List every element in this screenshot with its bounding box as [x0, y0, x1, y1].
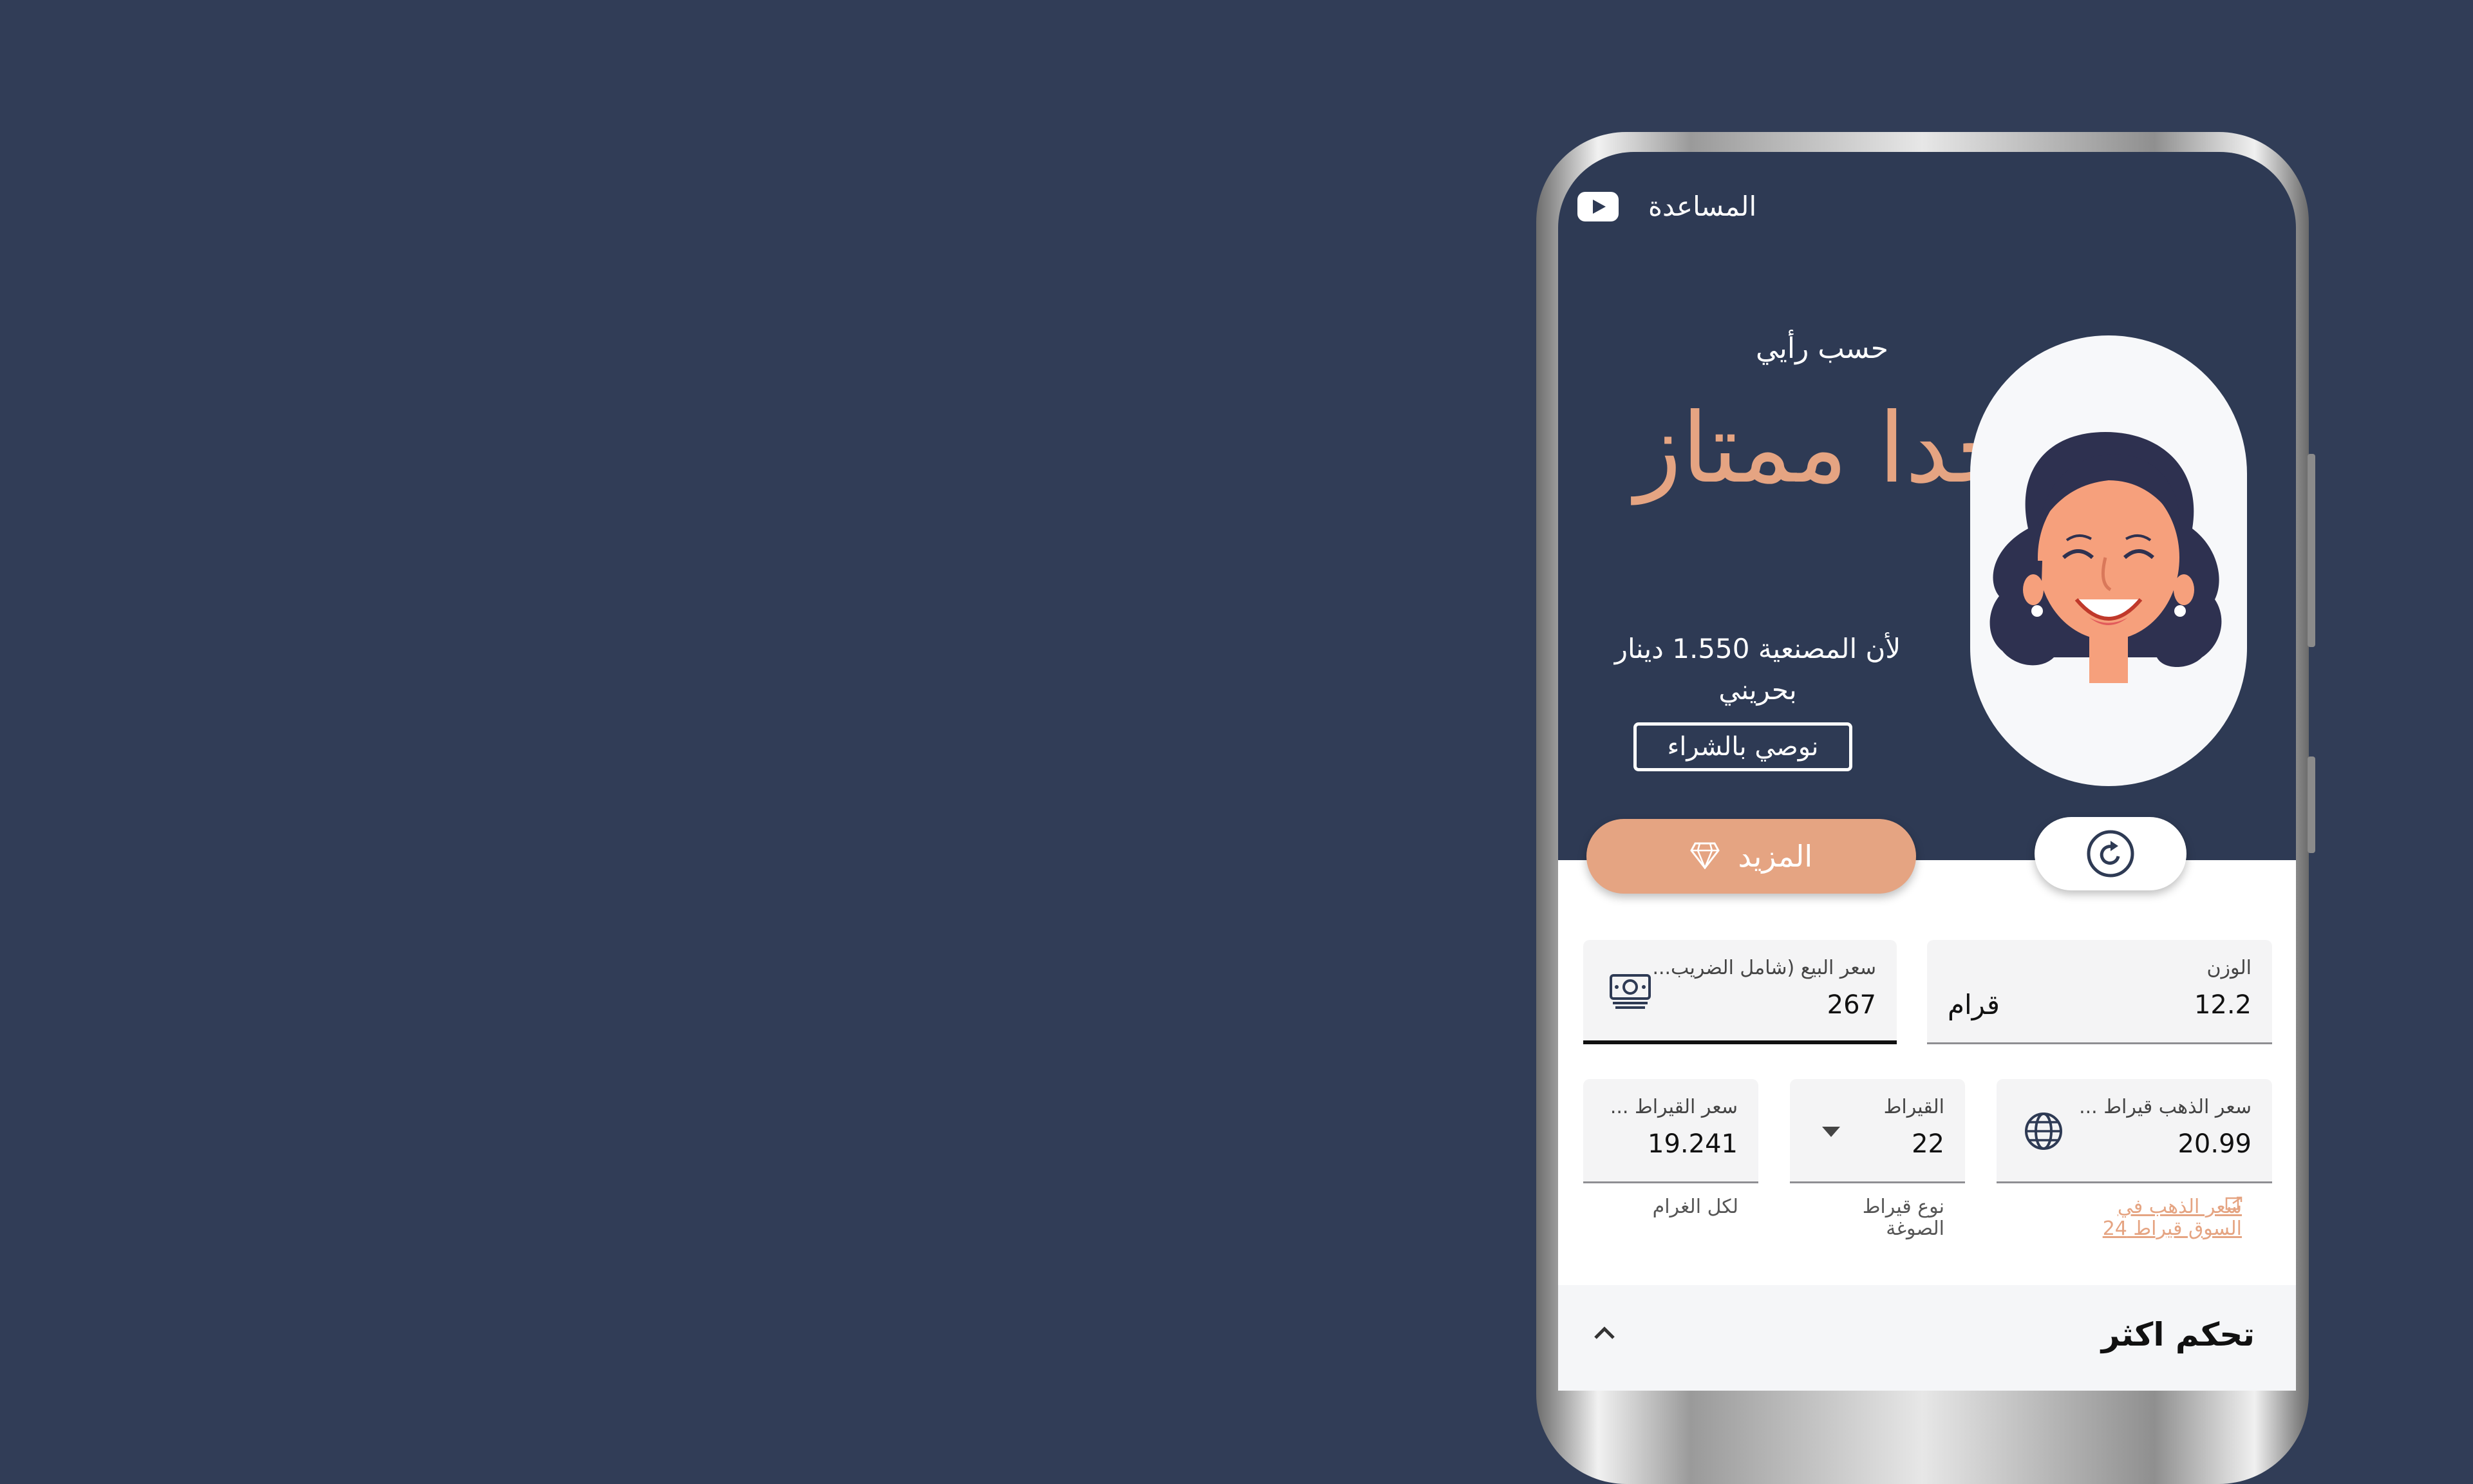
- video-help-icon[interactable]: [1577, 192, 1619, 221]
- phone-side-button: [2308, 756, 2315, 853]
- karat-helper: نوع قيراط الصوغة: [1862, 1196, 1944, 1240]
- diamond-icon: [1690, 822, 1720, 896]
- karat-value[interactable]: 22: [1912, 1129, 1944, 1159]
- phone-side-button: [2308, 454, 2315, 647]
- karat-label: القيراط: [1883, 1096, 1944, 1118]
- weight-value[interactable]: 12.2: [2194, 990, 2252, 1020]
- chevron-up-icon[interactable]: [1592, 1324, 1617, 1340]
- reason-text: لأن المصنعية 1.550 دينار بحريني: [1614, 633, 1901, 706]
- gold-price-field[interactable]: سعر الذهب قيراط ... 20.99: [1997, 1079, 2272, 1183]
- more-button[interactable]: المزيد: [1586, 819, 1916, 894]
- karat-price-value[interactable]: 19.241: [1648, 1129, 1738, 1159]
- weight-unit: قرام: [1948, 989, 2000, 1020]
- karat-dropdown[interactable]: القيراط 22: [1790, 1079, 1965, 1183]
- weight-label: الوزن: [2206, 957, 2252, 979]
- weight-field[interactable]: الوزن 12.2 قرام: [1927, 940, 2272, 1044]
- karat-price-field[interactable]: سعر القيراط ... 19.241: [1583, 1079, 1758, 1183]
- sale-price-label: سعر البيع (شامل الضريب...: [1652, 957, 1876, 979]
- karat-price-helper: لكل الغرام: [1652, 1196, 1738, 1218]
- gold-price-value[interactable]: 20.99: [2177, 1129, 2252, 1159]
- sale-price-value[interactable]: 267: [1827, 990, 1876, 1020]
- refresh-icon: [2087, 830, 2134, 878]
- dropdown-arrow-icon[interactable]: [1821, 1125, 1841, 1138]
- sale-price-field[interactable]: سعر البيع (شامل الضريب... 267: [1583, 940, 1897, 1044]
- more-control-section[interactable]: تحكم اكثر: [1558, 1285, 2296, 1391]
- more-label: المزيد: [1738, 839, 1813, 874]
- avatar: [1970, 335, 2247, 786]
- smiling-woman-avatar: [1989, 432, 2222, 683]
- globe-icon[interactable]: [2024, 1111, 2064, 1151]
- app-screen: المساعدة حسب رأيي جدا ممتاز لأن المصنعية…: [1558, 152, 2296, 1391]
- verdict-text: جدا ممتاز: [1635, 393, 2016, 505]
- money-icon: [1610, 974, 1651, 1009]
- karat-price-label: سعر القيراط ...: [1610, 1096, 1738, 1118]
- opinion-label: حسب رأيي: [1755, 332, 1889, 365]
- top-bar: المساعدة: [1558, 152, 2296, 261]
- gold-price-label: سعر الذهب قيراط ...: [2079, 1096, 2252, 1118]
- more-control-title: تحكم اكثر: [2101, 1316, 2255, 1353]
- external-link-icon: [2225, 1196, 2243, 1210]
- recommend-buy-badge[interactable]: نوصي بالشراء: [1633, 722, 1852, 771]
- gold-price-helper-link[interactable]: سعر الذهب في السوق قيراط 24: [2073, 1196, 2242, 1240]
- refresh-button[interactable]: [2035, 817, 2186, 890]
- help-label[interactable]: المساعدة: [1648, 191, 1756, 222]
